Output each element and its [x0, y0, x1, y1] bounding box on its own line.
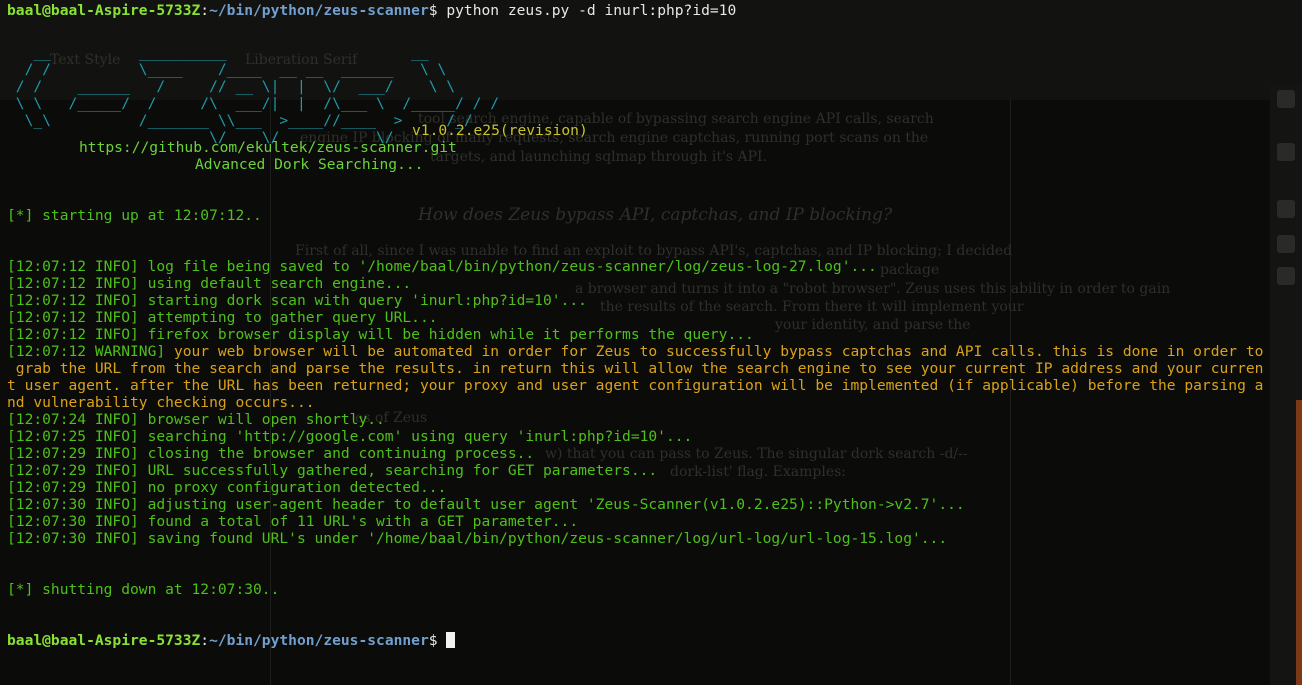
version-text: v1.0.2.e25: [412, 122, 500, 139]
prompt-cwd: ~/bin/python/zeus-scanner: [209, 2, 429, 19]
log-tag: [12:07:30 INFO]: [7, 530, 139, 547]
final-prompt[interactable]: baal@baal-Aspire-5733Z:~/bin/python/zeus…: [7, 632, 456, 649]
log-tag: [12:07:29 INFO]: [7, 462, 139, 479]
log-line: [12:07:12 INFO] using default search eng…: [7, 275, 411, 292]
logo-line: / / \____ /____ __ __ ______ \ \: [7, 61, 447, 78]
prompt-dollar: $: [428, 2, 438, 19]
log-message: log file being saved to '/home/baal/bin/…: [138, 258, 877, 275]
log-tag: [12:07:30 INFO]: [7, 496, 139, 513]
log-message: adjusting user-agent header to default u…: [138, 496, 965, 513]
log-line: [12:07:12 INFO] firefox browser display …: [7, 326, 754, 343]
logo-line: \ \ /_____/ / /\ ___/| | /\___ \ /_____/…: [7, 95, 500, 112]
command-line: baal@baal-Aspire-5733Z:~/bin/python/zeus…: [7, 2, 736, 19]
version-paren: (: [499, 122, 509, 139]
log-line: [12:07:29 INFO] no proxy configuration d…: [7, 479, 446, 496]
logo-line: \_\ /_______ \\___ >____//____ > /_/: [7, 112, 473, 129]
terminal-window[interactable]: baal@baal-Aspire-5733Z:~/bin/python/zeus…: [0, 0, 1302, 685]
log-tag: [12:07:29 INFO]: [7, 445, 139, 462]
log-message: starting dork scan with query 'inurl:php…: [138, 292, 587, 309]
warning-line: [12:07:12 WARNING] your web browser will…: [7, 343, 1263, 360]
tagline: Advanced Dork Searching...: [195, 156, 424, 173]
startup-line: [*] starting up at 12:07:12..: [7, 207, 262, 224]
log-message: attempting to gather query URL...: [138, 309, 438, 326]
log-line: [12:07:30 INFO] found a total of 11 URL'…: [7, 513, 578, 530]
command-text: python zeus.py -d inurl:php?id=10: [437, 2, 737, 19]
log-message: using default search engine...: [138, 275, 412, 292]
prompt-user-host: baal@baal-Aspire-5733Z: [7, 2, 201, 19]
text-cursor: [446, 632, 456, 648]
logo-line: / / ______ / // __ \| | \/ ___/ \ \: [7, 78, 456, 95]
log-message: found a total of 11 URL's with a GET par…: [138, 513, 579, 530]
prompt-separator: :: [200, 632, 210, 649]
log-message: searching 'http://google.com' using quer…: [138, 428, 693, 445]
warning-message: your web browser will be automated in or…: [165, 343, 1264, 360]
logo-line: __ __________ __: [7, 44, 429, 61]
prompt-cwd: ~/bin/python/zeus-scanner: [209, 632, 429, 649]
log-line: [12:07:12 INFO] log file being saved to …: [7, 258, 877, 275]
log-line: [12:07:12 INFO] attempting to gather que…: [7, 309, 438, 326]
log-message: closing the browser and continuing proce…: [138, 445, 535, 462]
revision-text: revision: [508, 122, 579, 139]
log-tag: [12:07:12 INFO]: [7, 258, 139, 275]
warning-continuation: nd vulnerability checking occurs...: [7, 394, 315, 411]
log-message: firefox browser display will be hidden w…: [138, 326, 754, 343]
log-message: saving found URL's under '/home/baal/bin…: [138, 530, 948, 547]
log-tag: [12:07:12 INFO]: [7, 309, 139, 326]
log-line: [12:07:30 INFO] saving found URL's under…: [7, 530, 947, 547]
log-tag: [12:07:25 INFO]: [7, 428, 139, 445]
log-tag: [12:07:12 INFO]: [7, 326, 139, 343]
log-line: [12:07:30 INFO] adjusting user-agent hea…: [7, 496, 965, 513]
warning-continuation: t user agent. after the URL has been ret…: [7, 377, 1264, 394]
shutdown-line: [*] shutting down at 12:07:30..: [7, 581, 280, 598]
log-line: [12:07:12 INFO] starting dork scan with …: [7, 292, 587, 309]
warning-continuation: grab the URL from the search and parse t…: [7, 360, 1264, 377]
version-paren: ): [578, 122, 588, 139]
log-message: no proxy configuration detected...: [138, 479, 447, 496]
log-line: [12:07:24 INFO] browser will open shortl…: [7, 411, 385, 428]
log-line: [12:07:29 INFO] URL successfully gathere…: [7, 462, 657, 479]
log-message: browser will open shortly..: [138, 411, 385, 428]
log-tag: [12:07:12 INFO]: [7, 292, 139, 309]
prompt-dollar: $: [428, 632, 438, 649]
log-line: [12:07:29 INFO] closing the browser and …: [7, 445, 534, 462]
warning-tag: [12:07:12 WARNING]: [7, 343, 166, 360]
log-line: [12:07:25 INFO] searching 'http://google…: [7, 428, 692, 445]
log-tag: [12:07:12 INFO]: [7, 275, 139, 292]
repo-url[interactable]: https://github.com/ekultek/zeus-scanner.…: [79, 139, 457, 156]
log-tag: [12:07:24 INFO]: [7, 411, 139, 428]
log-tag: [12:07:30 INFO]: [7, 513, 139, 530]
log-message: URL successfully gathered, searching for…: [138, 462, 658, 479]
version-line: v1.0.2.e25(revision): [412, 122, 588, 139]
prompt-separator: :: [200, 2, 210, 19]
log-tag: [12:07:29 INFO]: [7, 479, 139, 496]
prompt-user-host: baal@baal-Aspire-5733Z: [7, 632, 201, 649]
